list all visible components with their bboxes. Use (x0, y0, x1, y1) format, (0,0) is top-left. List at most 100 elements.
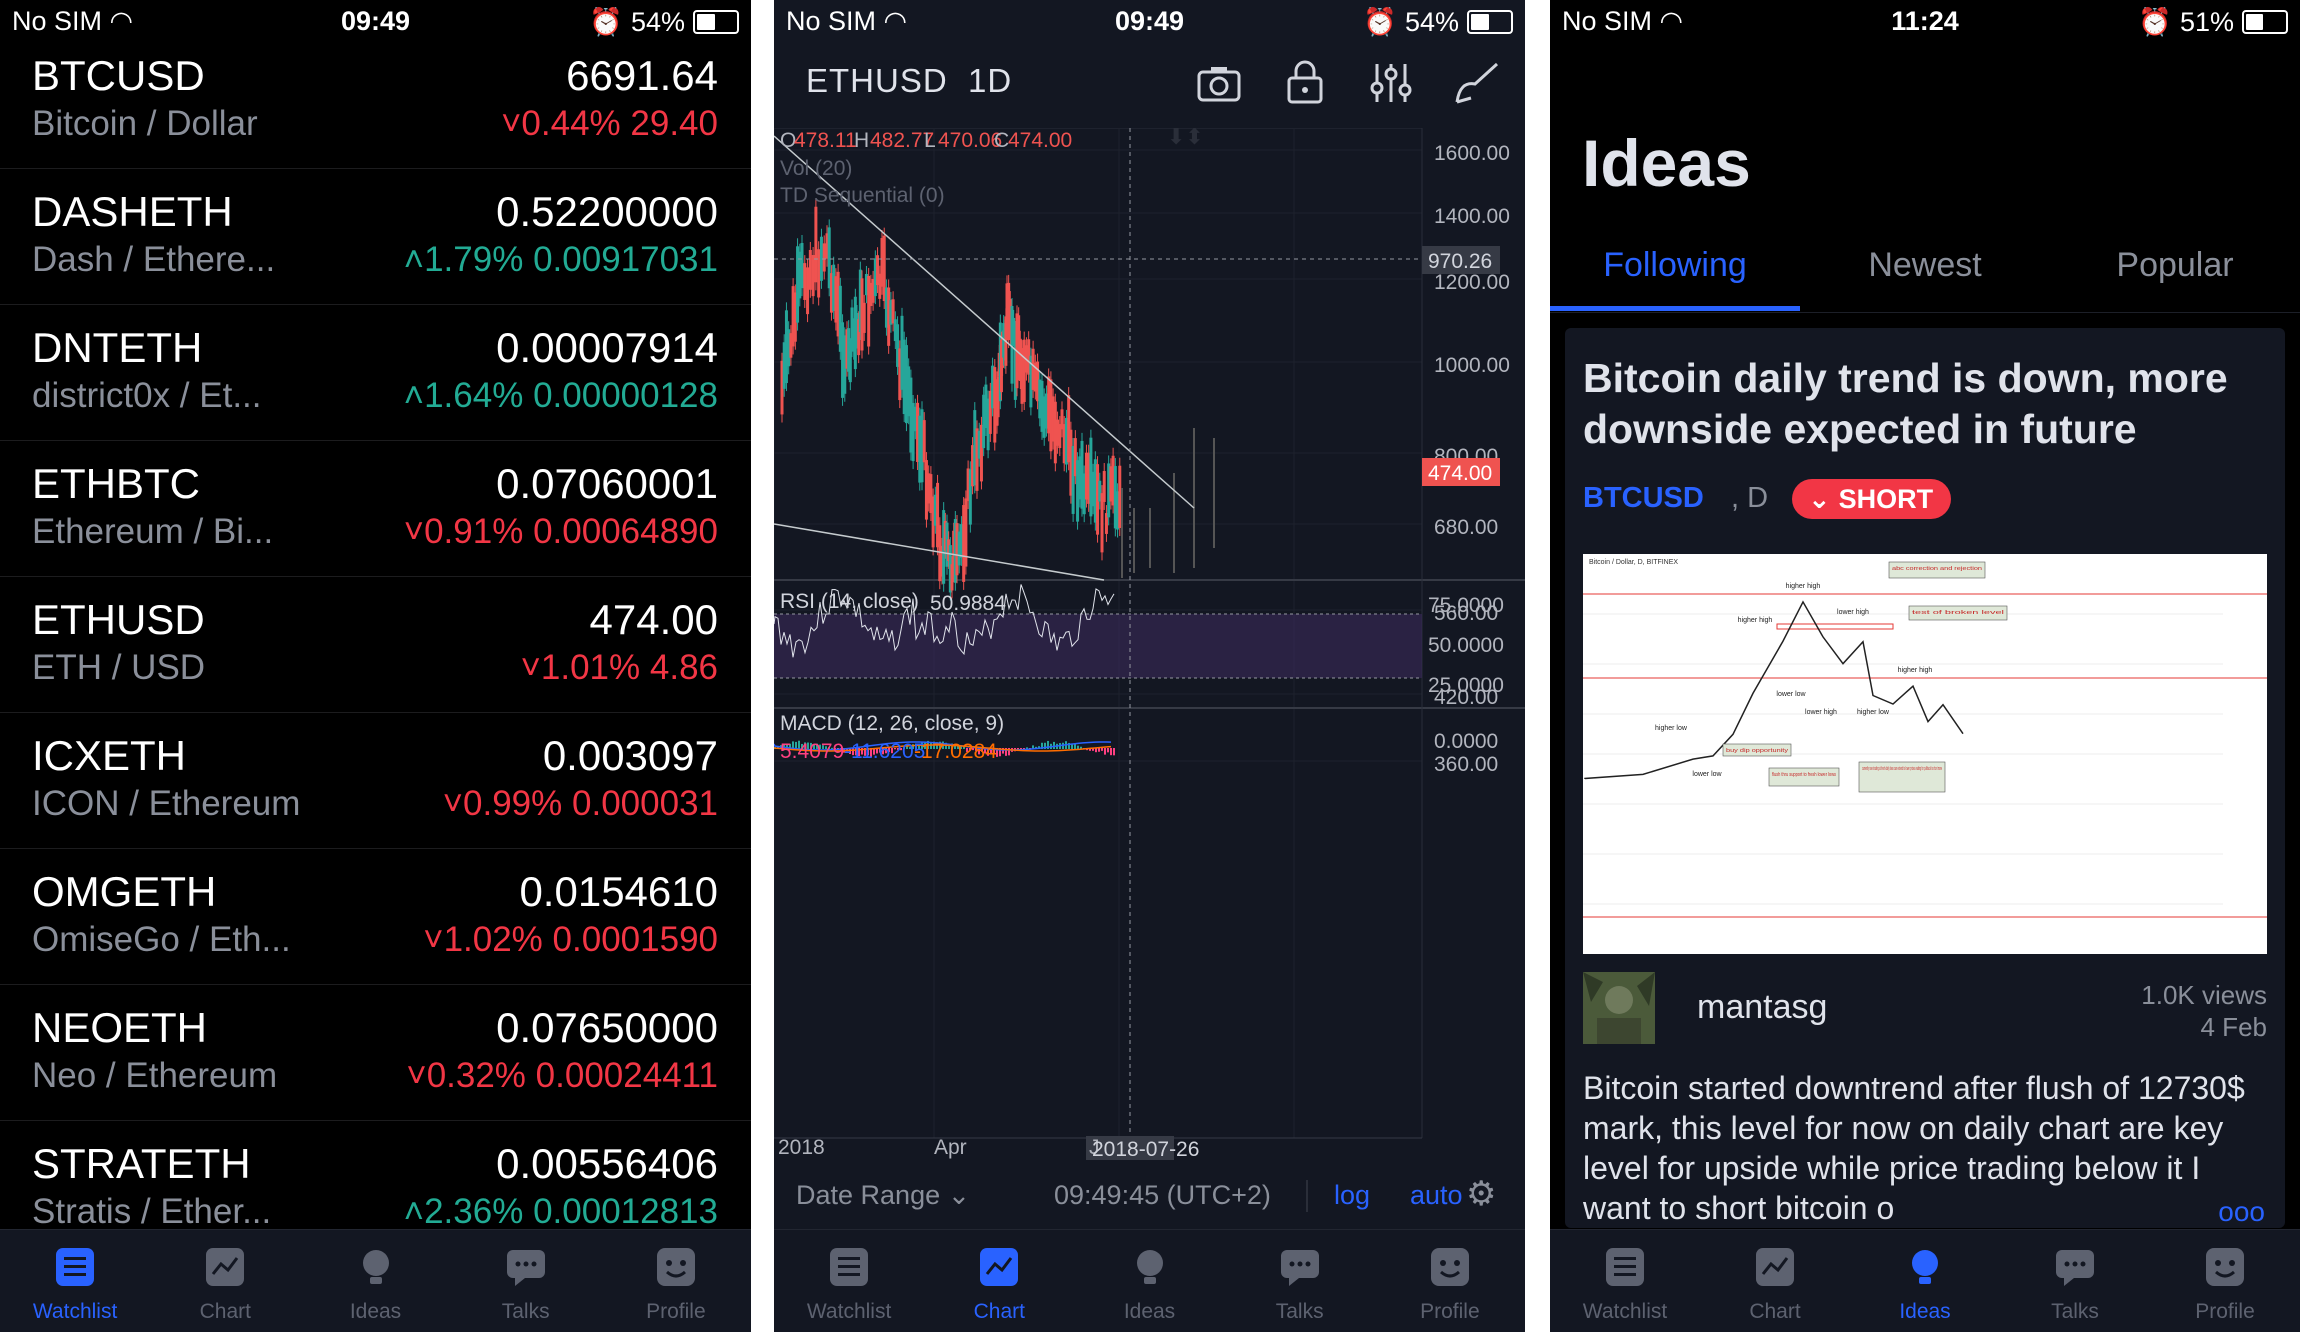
gear-icon[interactable]: ⚙ (1466, 1174, 1496, 1214)
price-axis-label: 680.00 (1434, 516, 1498, 539)
watchlist-row[interactable]: OMGETH 0.0154610 OmiseGo / Eth... ˅1.02% 0.… (0, 848, 751, 985)
thumbnail-header: Bitcoin / Dollar, D, BITFINEX (1589, 559, 1678, 566)
ohlc-label: L (924, 129, 936, 152)
tab-label: Talks (1275, 1300, 1324, 1323)
rsi-band (774, 614, 1422, 678)
candle (800, 242, 804, 289)
absolute-change: 0.00024411 (535, 1056, 718, 1095)
tab-chart[interactable]: Chart (150, 1230, 300, 1332)
profile-icon (1430, 1248, 1469, 1286)
ideas-tabs: Following Newest Popular (1550, 240, 2300, 313)
tab-following[interactable]: Following (1550, 246, 1800, 285)
tab-watchlist[interactable]: Watchlist (774, 1230, 924, 1332)
tab-watchlist[interactable]: Watchlist (0, 1230, 150, 1332)
watchlist-row[interactable]: DNTETH 0.00007914 district0x / Et... ˄1.64%… (0, 304, 751, 441)
indicators-icon[interactable] (1363, 58, 1419, 108)
price-change: ˅0.32% 0.00024411 (406, 1056, 718, 1096)
symbol-description: OmiseGo / Eth... (32, 920, 291, 959)
symbol-description: Ethereum / Bi... (32, 512, 274, 551)
last-price: 0.52200000 (496, 188, 718, 235)
idea-title[interactable]: Bitcoin daily trend is down, more downsi… (1583, 353, 2267, 455)
tab-popular[interactable]: Popular (2050, 246, 2300, 285)
profile-icon (2206, 1248, 2244, 1286)
thumbnail-annotation: lower low (1776, 691, 1806, 698)
tab-profile[interactable]: Profile (601, 1230, 751, 1332)
candle (1102, 471, 1106, 502)
watchlist-icon (56, 1248, 95, 1286)
tab-chart[interactable]: Chart (924, 1230, 1074, 1332)
pane-controls[interactable]: ⬇⬍ (1167, 128, 1204, 149)
watchlist-row[interactable]: DASHETH 0.52200000 Dash / Ethere... ˄1.79% … (0, 168, 751, 305)
tab-profile[interactable]: Profile (1375, 1230, 1525, 1332)
td-sequential-legend: TD Sequential (0) (780, 184, 945, 207)
idea-symbol-link[interactable]: BTCUSD (1583, 482, 1704, 515)
tab-watchlist[interactable]: Watchlist (1550, 1230, 1700, 1332)
log-scale-toggle[interactable]: log (1334, 1180, 1370, 1211)
tab-talks[interactable]: Talks (451, 1230, 601, 1332)
interval-label[interactable]: 1D (968, 62, 1012, 99)
chevron-down-icon: ⌄ (1808, 484, 1831, 514)
tab-label: Chart (973, 1300, 1025, 1323)
symbol-description: Bitcoin / Dollar (32, 104, 258, 143)
macd-axis-label: 0.0000 (1434, 730, 1498, 753)
tab-ideas[interactable]: Ideas (301, 1230, 451, 1332)
arrow-down-icon: ˅ (442, 784, 464, 823)
candle (817, 249, 821, 298)
rsi-legend: RSI (14, close) (780, 590, 919, 613)
price-axis-label: 1400.00 (1434, 205, 1510, 228)
tab-ideas[interactable]: Ideas (1075, 1230, 1225, 1332)
watchlist-row[interactable]: ETHBTC 0.07060001 Ethereum / Bi... ˅0.91% 0… (0, 440, 751, 577)
tab-talks[interactable]: Talks (2000, 1230, 2150, 1332)
price-chart[interactable]: 1600.001400.001200.001000.00800.00680.00… (774, 128, 1525, 1160)
rsi-axis-label: 25.0000 (1428, 674, 1504, 697)
status-bar: No SIM ◠ 09:49 ⏰ 54% (774, 0, 1525, 42)
symbol-ticker: BTCUSD (32, 52, 205, 99)
chart-footer: Date Range ⌄ 09:49:45 (UTC+2) log auto ⚙ (774, 1160, 1525, 1230)
idea-card[interactable]: Bitcoin daily trend is down, more downsi… (1565, 328, 2285, 1228)
candle (806, 267, 810, 315)
watchlist-row[interactable]: BTCUSD 6691.64 Bitcoin / Dollar ˅0.44% 29.4… (0, 32, 751, 169)
time-axis-label: Apr (934, 1136, 967, 1159)
watchlist-icon (1606, 1248, 1644, 1286)
watchlist-screen: No SIM ◠ 09:49 ⏰ 54% BTCUSD 6691.64 Bitcoi… (0, 0, 751, 1332)
drawing-brush-icon[interactable] (1449, 58, 1505, 108)
tab-chart[interactable]: Chart (1700, 1230, 1850, 1332)
thumbnail-note: flush thru support to fresh lower lows (1772, 772, 1836, 778)
symbol-selector[interactable]: ETHUSD 1D (806, 62, 1012, 100)
symbol-ticker: ETHUSD (32, 596, 205, 643)
auto-scale-toggle[interactable]: auto (1410, 1180, 1463, 1211)
tab-newest[interactable]: Newest (1800, 246, 2050, 285)
symbol-ticker: ETHBTC (32, 460, 200, 507)
thumbnail-note: test of broken level (1912, 610, 2004, 616)
symbol-ticker: NEOETH (32, 1004, 208, 1051)
candle (808, 249, 812, 290)
battery-percent: 54% (1404, 6, 1459, 37)
watchlist-row[interactable]: ETHUSD 474.00 ETH / USD ˅1.01% 4.86 (0, 576, 751, 713)
tab-profile[interactable]: Profile (2150, 1230, 2300, 1332)
tab-ideas[interactable]: Ideas (1850, 1230, 2000, 1332)
volume-legend: Vol (20) (780, 157, 852, 180)
lock-icon[interactable] (1277, 58, 1333, 108)
candle (822, 243, 826, 272)
tab-label: Talks (2051, 1300, 2099, 1323)
more-icon[interactable]: ooo (2212, 1196, 2265, 1228)
author-name[interactable]: mantasg (1697, 988, 1827, 1027)
chart-toolbar (1191, 58, 1505, 108)
idea-chart-thumbnail[interactable]: Bitcoin / Dollar, D, BITFINEX higher high… (1583, 554, 2267, 954)
price-change: ˅1.01% 4.86 (520, 648, 718, 688)
date-range-button[interactable]: Date Range ⌄ (796, 1180, 970, 1211)
watchlist-row[interactable]: NEOETH 0.07650000 Neo / Ethereum ˅0.32% 0.0… (0, 984, 751, 1121)
candle (848, 346, 852, 383)
last-price: 474.00 (589, 596, 718, 643)
avatar[interactable] (1583, 972, 1655, 1044)
tab-talks[interactable]: Talks (1225, 1230, 1375, 1332)
watchlist-row[interactable]: ICXETH 0.003097 ICON / Ethereum ˅0.99% 0.00… (0, 712, 751, 849)
symbol-ticker: DASHETH (32, 188, 233, 235)
last-price-label: 474.00 (1428, 462, 1492, 485)
price-change: ˅1.02% 0.0001590 (423, 920, 718, 960)
macd-legend: MACD (12, 26, close, 9) (780, 712, 1004, 735)
camera-icon[interactable] (1191, 58, 1247, 108)
symbol-description: ICON / Ethereum (32, 784, 301, 823)
thumbnail-annotation: higher low (1655, 725, 1688, 732)
last-price: 0.07060001 (496, 460, 718, 507)
